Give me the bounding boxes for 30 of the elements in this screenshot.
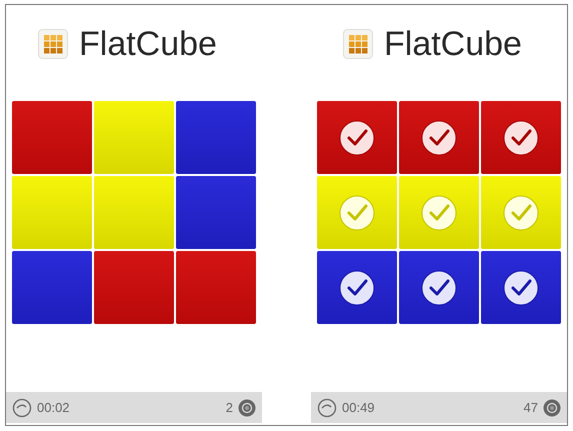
tile[interactable] [481,251,561,324]
tile[interactable] [317,251,397,324]
tile[interactable] [94,251,174,324]
tile[interactable] [317,176,397,249]
timer-text: 00:49 [342,400,375,415]
coin-icon [543,398,561,416]
tile[interactable] [12,176,92,249]
clock-icon [12,398,32,418]
tile[interactable] [481,176,561,249]
tile[interactable] [94,176,174,249]
tile[interactable] [176,176,256,249]
tile[interactable] [399,251,479,324]
tile[interactable] [481,101,561,174]
app-title: FlatCube [79,24,217,64]
move-count: 47 [524,400,538,415]
tile[interactable] [176,101,256,174]
tile[interactable] [94,101,174,174]
tile[interactable] [12,101,92,174]
tile[interactable] [399,176,479,249]
tile[interactable] [317,101,397,174]
coin-icon [238,398,256,416]
clock-icon [317,398,337,418]
logo-icon [343,29,373,59]
app-title: FlatCube [384,24,522,64]
tile[interactable] [12,251,92,324]
tile[interactable] [176,251,256,324]
tile[interactable] [399,101,479,174]
timer-text: 00:02 [37,400,70,415]
move-count: 2 [226,400,233,415]
logo-icon [38,29,68,59]
